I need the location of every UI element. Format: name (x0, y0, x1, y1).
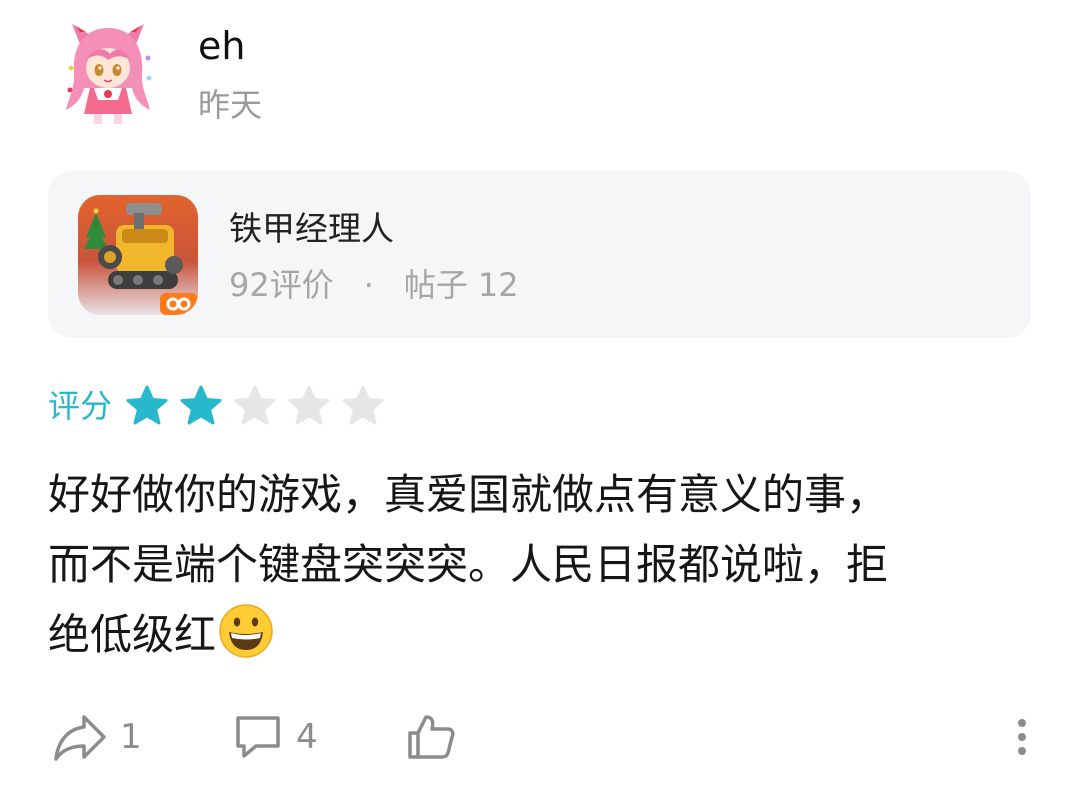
star-empty-icon (234, 385, 276, 425)
review-line: 好好做你的游戏，真爱国就做点有意义的事， (48, 470, 889, 519)
posts-label: 帖子 (403, 266, 468, 304)
comment-count: 4 (296, 717, 318, 757)
review-count: 92评价 (229, 266, 334, 304)
share-icon (52, 711, 108, 763)
action-bar: 1 4 (0, 704, 1079, 770)
thumbs-up-icon (404, 711, 458, 763)
comment-button[interactable]: 4 (232, 704, 318, 770)
game-icon (78, 195, 198, 315)
review-post: eh 昨天 铁甲经理人 92评价 · 帖子 12 评分 好好做你的游戏，真爱国就… (0, 0, 1079, 801)
star-empty-icon (288, 385, 330, 425)
review-line: 绝低级红 (48, 600, 1038, 670)
stats-separator: · (363, 266, 374, 304)
star-filled-icon (180, 385, 222, 425)
post-time: 昨天 (198, 86, 263, 124)
review-line: 而不是端个键盘突突突。人民日报都说啦，拒 (48, 540, 889, 589)
game-name[interactable]: 铁甲经理人 (229, 209, 394, 249)
share-count: 1 (120, 717, 142, 757)
star-filled-icon (126, 385, 168, 425)
more-vertical-icon (1016, 717, 1028, 757)
posts-count: 12 (477, 266, 519, 304)
like-button[interactable] (404, 704, 458, 770)
comment-icon (232, 712, 284, 762)
game-card[interactable]: 铁甲经理人 92评价 · 帖子 12 (48, 171, 1031, 338)
rating: 评分 (48, 383, 396, 429)
username[interactable]: eh (198, 24, 245, 68)
game-stats: 92评价 · 帖子 12 (229, 265, 519, 305)
grinning-face-icon (218, 603, 274, 659)
review-line-text: 绝低级红 (48, 610, 217, 659)
more-button[interactable] (1004, 704, 1040, 770)
rating-label: 评分 (48, 387, 113, 425)
rating-stars (126, 385, 396, 427)
share-button[interactable]: 1 (52, 704, 142, 770)
star-empty-icon (342, 385, 384, 425)
review-text: 好好做你的游戏，真爱国就做点有意义的事， 而不是端个键盘突突突。人民日报都说啦，… (48, 460, 1038, 670)
avatar[interactable] (58, 18, 158, 126)
